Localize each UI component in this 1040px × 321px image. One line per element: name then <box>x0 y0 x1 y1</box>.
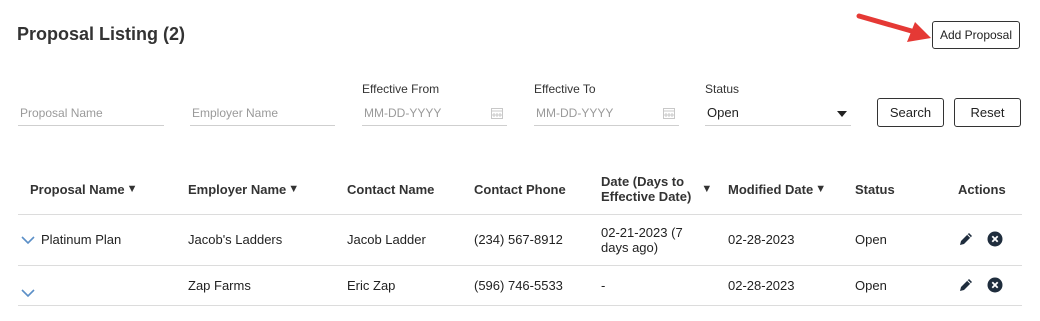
pencil-icon[interactable] <box>958 277 974 293</box>
calendar-icon[interactable] <box>491 107 503 119</box>
effective-to-filter: Effective To MM-DD-YYYY <box>534 82 679 126</box>
effective-from-input[interactable]: MM-DD-YYYY <box>362 100 507 126</box>
calendar-icon[interactable] <box>663 107 675 119</box>
sort-desc-icon: ▼ <box>126 183 138 195</box>
close-circle-icon[interactable] <box>987 277 1003 293</box>
status-select-value: Open <box>707 105 739 120</box>
effective-from-placeholder: MM-DD-YYYY <box>364 105 442 120</box>
cell-modified-date: 02-28-2023 <box>728 232 795 247</box>
cell-status: Open <box>855 232 887 247</box>
cell-status: Open <box>855 278 887 293</box>
table-row-divider <box>18 305 1022 306</box>
column-header-modified-date[interactable]: Modified Date ▼ <box>728 173 826 205</box>
table-row-divider <box>18 265 1022 266</box>
cell-date-line1: - <box>601 278 606 293</box>
employer-name-filter: Employer Name <box>190 82 335 126</box>
column-header-employer-name[interactable]: Employer Name ▼ <box>188 173 299 205</box>
chevron-down-icon[interactable] <box>21 289 35 298</box>
employer-name-input[interactable]: Employer Name <box>190 100 335 126</box>
cell-date: - <box>601 278 605 293</box>
cell-modified-date: 02-28-2023 <box>728 278 795 293</box>
pencil-icon[interactable] <box>958 231 974 247</box>
cell-date: 02-21-2023 (7 days ago) <box>601 225 683 255</box>
page-title: Proposal Listing (2) <box>17 24 186 44</box>
effective-from-label: Effective From <box>362 82 440 96</box>
cell-employer-name: Jacob's Ladders <box>188 232 283 247</box>
cell-employer-name: Zap Farms <box>188 278 251 293</box>
cell-contact-phone: (234) 567-8912 <box>474 232 563 247</box>
column-header-date-label: Date (Days to Effective Date) <box>601 174 691 204</box>
add-proposal-button[interactable]: Add Proposal <box>932 21 1020 49</box>
column-header-label: Modified Date <box>728 181 814 197</box>
red-arrow-icon <box>856 13 931 42</box>
column-header-label: Contact Name <box>347 181 435 197</box>
cell-date-line1: 02-21-2023 (7 <box>601 225 683 240</box>
status-label: Status <box>705 82 740 96</box>
column-header-label: Proposal Name <box>30 181 125 197</box>
effective-from-filter: Effective From MM-DD-YYYY <box>362 82 507 126</box>
cell-contact-name: Eric Zap <box>347 278 396 293</box>
cell-date-line2: days ago) <box>601 240 659 255</box>
column-header-contact-phone: Contact Phone <box>474 173 566 205</box>
column-header-label: Status <box>855 181 895 197</box>
column-header-actions: Actions <box>958 173 1006 205</box>
sort-desc-icon: ▼ <box>288 183 300 195</box>
status-select[interactable]: Open <box>705 100 851 126</box>
table-header-divider <box>18 214 1022 215</box>
close-circle-icon[interactable] <box>987 231 1003 247</box>
sort-desc-icon: ▼ <box>815 183 827 195</box>
column-header-date-line2: Effective Date) <box>601 189 692 204</box>
proposal-name-filter: Proposal Name <box>18 82 164 126</box>
cell-proposal-name: Platinum Plan <box>41 232 122 247</box>
status-filter: Status Open <box>705 82 851 126</box>
effective-to-placeholder: MM-DD-YYYY <box>536 105 614 120</box>
effective-to-input[interactable]: MM-DD-YYYY <box>534 100 679 126</box>
column-header-status: Status <box>855 173 895 205</box>
caret-down-icon <box>837 111 847 117</box>
column-header-label: Actions <box>958 181 1006 197</box>
column-header-label: Employer Name <box>188 181 287 197</box>
cell-contact-name: Jacob Ladder <box>347 232 426 247</box>
proposal-name-input[interactable]: Proposal Name <box>18 100 164 126</box>
column-header-date[interactable]: Date (Days to Effective Date) ▼ <box>601 173 712 205</box>
sort-desc-icon: ▼ <box>701 182 713 195</box>
column-header-contact-name: Contact Name <box>347 173 434 205</box>
effective-to-label: Effective To <box>534 82 596 96</box>
column-header-label: Contact Phone <box>474 181 566 197</box>
column-header-proposal-name[interactable]: Proposal Name ▼ <box>30 173 138 205</box>
column-header-date-line1: Date (Days to <box>601 174 685 189</box>
reset-button[interactable]: Reset <box>954 98 1021 127</box>
cell-contact-phone: (596) 746-5533 <box>474 278 563 293</box>
chevron-down-icon[interactable] <box>21 236 35 245</box>
search-button[interactable]: Search <box>877 98 944 127</box>
